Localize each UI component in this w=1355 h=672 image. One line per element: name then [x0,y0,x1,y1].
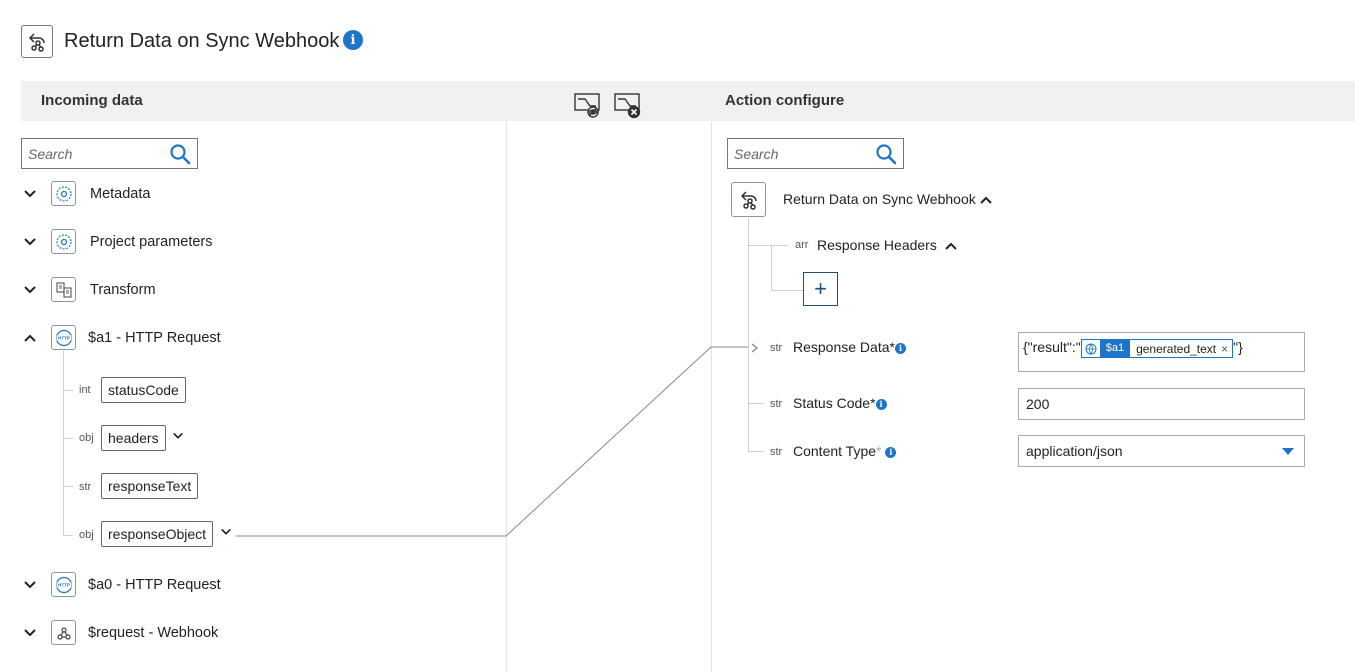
info-icon[interactable]: i [875,398,887,410]
response-data-field[interactable]: {"result":" $a1 generated_text × "} [1018,332,1305,372]
tree-line [748,403,764,404]
response-data-prefix: {"result":" [1023,339,1081,356]
tree-line [748,451,764,452]
type-label: str [770,342,783,354]
response-data-suffix: "} [1233,339,1243,356]
status-code-input[interactable]: 200 [1018,388,1305,420]
type-label: arr [795,239,809,251]
dropdown-arrow-icon [1282,448,1294,455]
tree-line [771,290,803,291]
type-label: str [770,398,783,410]
chip-value: generated_text [1136,341,1217,356]
tree-line [748,218,749,452]
response-data-label-text: Response Data [793,339,890,355]
required-marker: * [870,395,876,411]
collapse-headers-chevron[interactable] [943,238,959,254]
content-type-label-text: Content Type [793,443,877,459]
content-type-select[interactable]: application/json [1018,435,1305,467]
status-code-label: Status Code* i [793,395,887,411]
webhook-return-icon [731,182,766,217]
status-code-label-text: Status Code [793,395,871,411]
action-search-input[interactable] [728,139,868,168]
search-icon[interactable] [875,143,897,165]
required-marker: * [876,443,882,459]
collapse-root-chevron[interactable] [978,192,994,208]
tree-line [771,245,772,291]
chip-remove-icon[interactable]: × [1221,342,1232,356]
response-data-label: Response Data* i [793,339,906,355]
response-headers-label: Response Headers [817,237,937,253]
tree-line [748,245,788,246]
action-root-label: Return Data on Sync Webhook [783,191,976,207]
mapped-variable-chip[interactable]: $a1 generated_text × [1080,339,1234,358]
info-icon[interactable]: i [885,446,897,458]
chevron-right-icon [749,341,761,357]
type-label: str [770,446,783,458]
content-type-value: application/json [1026,443,1123,459]
action-search-box [727,138,904,169]
globe-icon [1082,340,1100,357]
info-icon[interactable]: i [894,342,906,354]
add-header-button[interactable]: + [803,272,838,306]
content-type-label: Content Type* i [793,443,897,459]
chip-tag: $a1 [1099,340,1131,357]
